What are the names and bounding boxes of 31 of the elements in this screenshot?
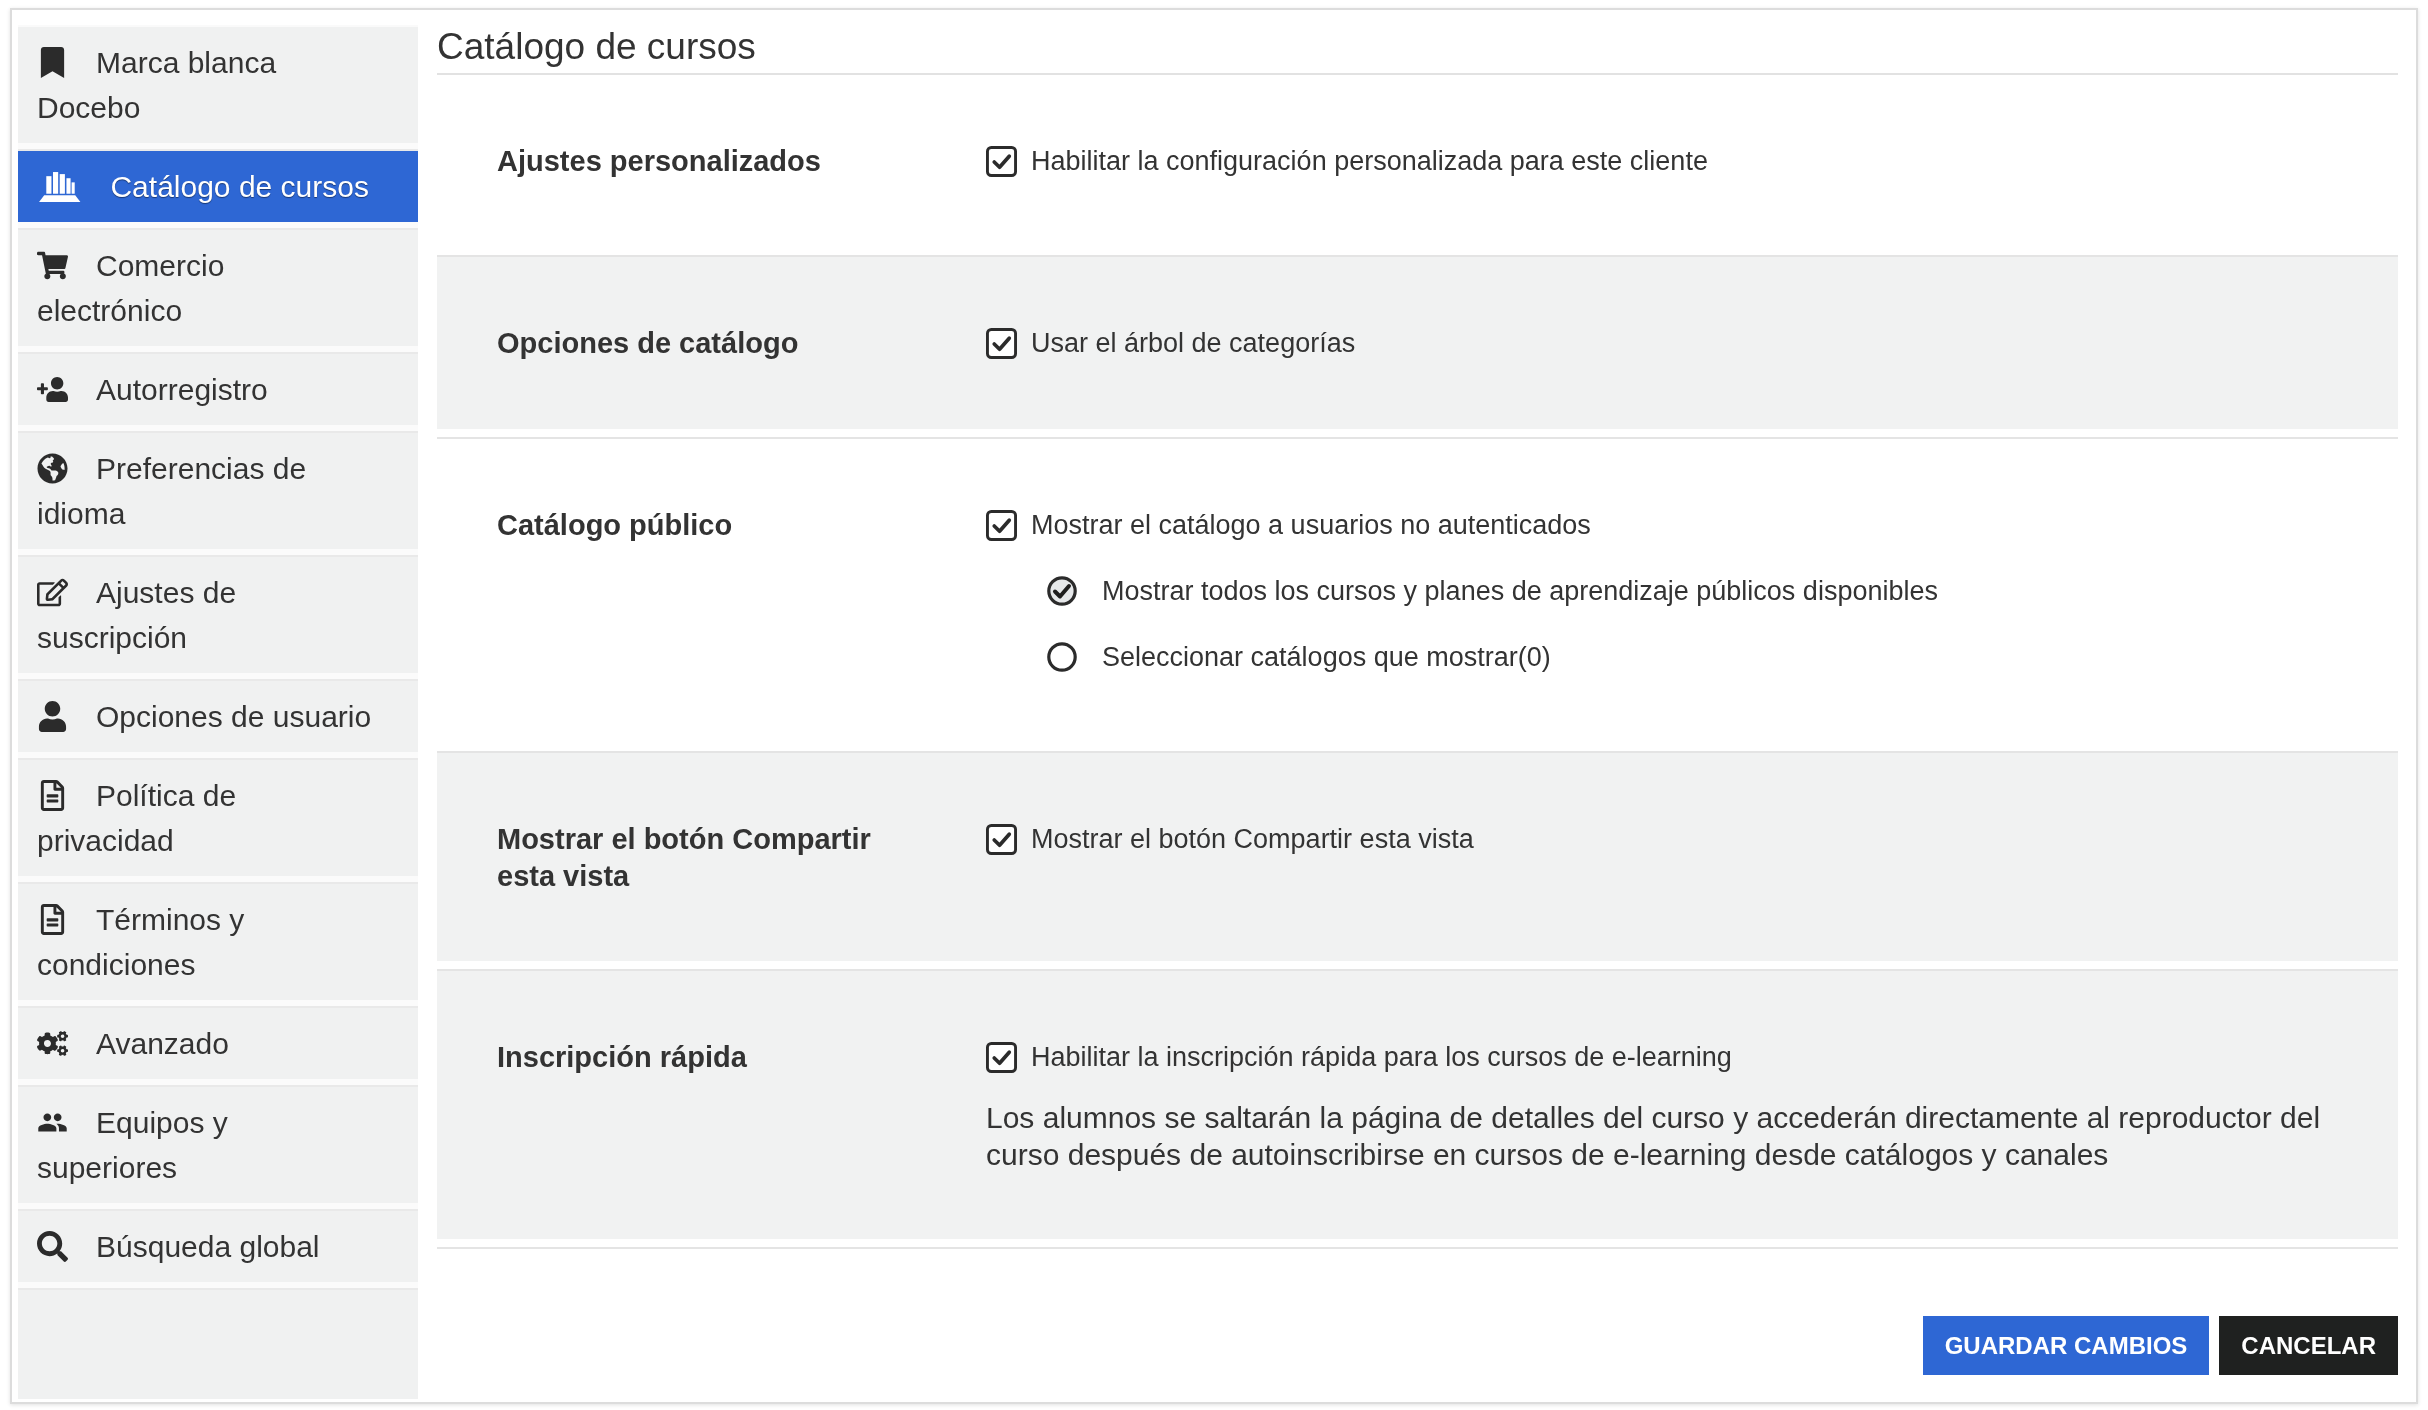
gears-icon — [37, 1028, 68, 1059]
radio-label: Mostrar todos los cursos y planes de aprendizaje públicos disponibles — [1102, 575, 1938, 608]
user-icon — [37, 701, 68, 732]
checkbox-label: Habilitar la configuración personalizada para este cliente — [1031, 145, 1708, 178]
search-icon — [37, 1231, 68, 1262]
checkbox-label: Mostrar el botón Compartir esta vista — [1031, 823, 1474, 856]
section-label: Mostrar el botón Compartir esta vista — [497, 822, 872, 894]
checkbox-label: Mostrar el catálogo a usuarios no autenticados — [1031, 509, 1591, 542]
checkbox[interactable] — [986, 1041, 1017, 1073]
checkbox[interactable] — [986, 509, 1017, 541]
section-label: Catálogo público — [497, 508, 734, 543]
checkbox[interactable] — [986, 327, 1017, 359]
save-button[interactable]: GUARDAR CAMBIOS — [1922, 1316, 2210, 1375]
sidebar-item[interactable]: Catálogo de cursos — [18, 151, 418, 222]
checkbox[interactable] — [986, 145, 1017, 177]
globe-icon — [37, 453, 68, 484]
section-label: Inscripción rápida — [497, 1040, 748, 1075]
radio-label: Seleccionar catálogos que mostrar(0) — [1102, 641, 1551, 674]
checkbox-label: Usar el árbol de categorías — [1031, 327, 1356, 360]
radio-button[interactable] — [1047, 642, 1077, 672]
section-label: Ajustes personalizados — [497, 144, 822, 179]
books-icon — [37, 171, 83, 202]
section-label: Opciones de catálogo — [497, 326, 800, 361]
radio-button[interactable] — [1047, 576, 1077, 606]
cart-icon — [37, 250, 68, 281]
cancel-button[interactable]: CANCELAR — [2219, 1316, 2398, 1375]
checkbox[interactable] — [986, 823, 1017, 855]
edit-icon — [37, 577, 68, 608]
user-plus-icon — [37, 374, 68, 405]
help-text: Los alumnos se saltarán la página de detalles del curso y accederán directamente al reproductor del curso después de autoinscribirse en cursos de e-learning desde catálogos y canales — [986, 1100, 2322, 1173]
checkbox-label: Habilitar la inscripción rápida para los cursos de e-learning — [1031, 1041, 1732, 1074]
